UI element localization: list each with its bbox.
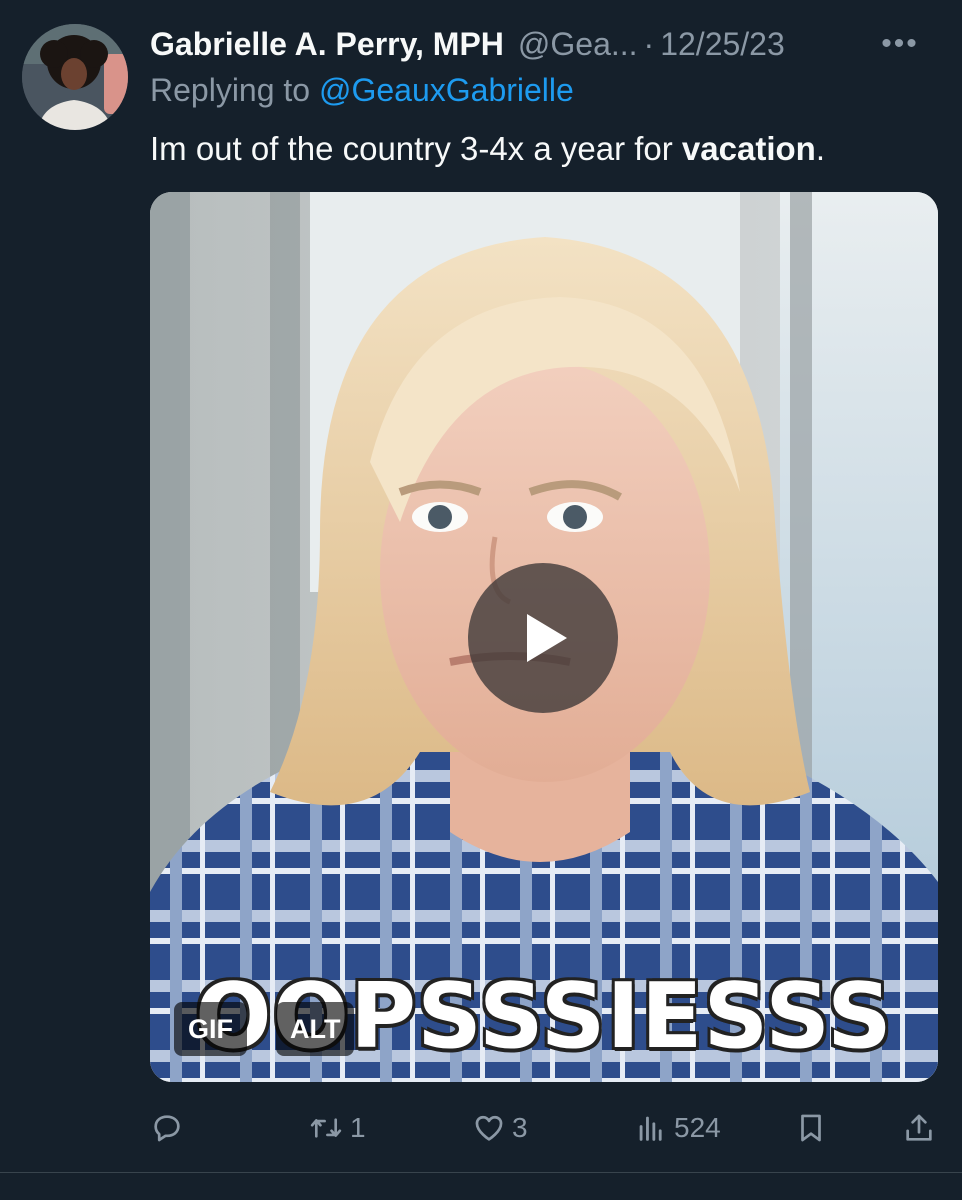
- gif-caption: OOPSSSIESSS: [195, 964, 893, 1069]
- like-button[interactable]: 3: [472, 1102, 528, 1154]
- tweet-text-bold: vacation: [681, 130, 816, 167]
- replying-to-line: Replying to @GeauxGabrielle: [150, 72, 574, 109]
- tweet[interactable]: Gabrielle A. Perry, MPH @Gea... · 12/25/…: [0, 0, 962, 1172]
- display-name[interactable]: Gabrielle A. Perry, MPH: [150, 26, 504, 63]
- views-button[interactable]: 524: [634, 1102, 721, 1154]
- avatar[interactable]: [22, 24, 128, 130]
- reply-button[interactable]: [150, 1102, 190, 1154]
- views-icon: [639, 1116, 662, 1141]
- share-icon: [906, 1114, 932, 1141]
- gif-badge: GIF: [174, 1002, 247, 1056]
- replying-to-prefix: Replying to: [150, 72, 311, 108]
- bookmark-button[interactable]: [794, 1102, 828, 1154]
- replying-to-mention[interactable]: @GeauxGabrielle: [319, 72, 574, 108]
- share-button[interactable]: [902, 1102, 936, 1154]
- like-icon: [475, 1115, 503, 1141]
- bookmark-icon: [801, 1114, 821, 1142]
- next-tweet-area: [0, 1173, 962, 1200]
- play-button[interactable]: [468, 563, 618, 713]
- tweet-text-end: .: [815, 130, 825, 167]
- retweet-button[interactable]: 1: [308, 1102, 366, 1154]
- tweet-date[interactable]: 12/25/23: [660, 26, 785, 63]
- retweet-icon: [310, 1118, 342, 1138]
- retweet-count: 1: [350, 1112, 366, 1143]
- tweet-text-start: Im out of the country 3-4x a year for: [150, 130, 682, 167]
- play-icon: [527, 614, 567, 662]
- separator-dot: ·: [643, 25, 655, 62]
- view-count: 524: [674, 1112, 721, 1143]
- tweet-actions: 1 3 524: [150, 1102, 940, 1154]
- like-count: 3: [512, 1112, 528, 1143]
- tweet-text: Im out of the country 3-4x a year for va…: [150, 130, 825, 168]
- media-gif[interactable]: OOPSSSIESSS GIF ALT: [150, 192, 938, 1082]
- user-handle[interactable]: @Gea...: [518, 26, 638, 63]
- alt-badge[interactable]: ALT: [276, 1002, 355, 1056]
- reply-icon: [154, 1115, 180, 1142]
- more-icon[interactable]: •••: [876, 20, 924, 68]
- tweet-header: Gabrielle A. Perry, MPH @Gea... · 12/25/…: [150, 20, 940, 68]
